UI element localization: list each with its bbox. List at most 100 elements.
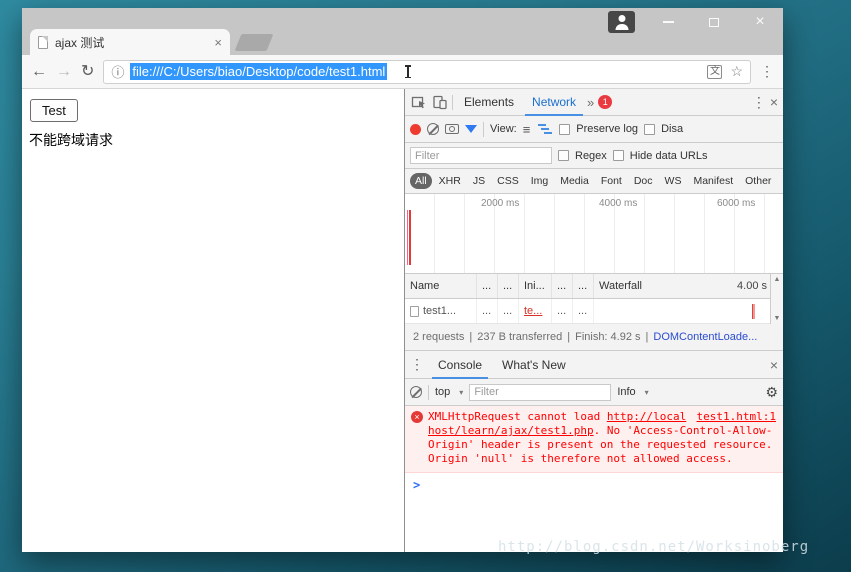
maximize-button[interactable] [691, 8, 737, 36]
table-scrollbar[interactable]: ▲ ▼ [770, 274, 783, 324]
web-page: Test 不能跨域请求 [22, 89, 405, 552]
desktop: ajax 测试 × × ← → ↻ ⓘ file:///C:/Users/bia… [0, 0, 851, 572]
new-tab-button[interactable] [235, 34, 274, 51]
initiator-link[interactable]: te... [524, 305, 542, 317]
error-count-badge[interactable]: 1 [598, 95, 612, 109]
tab-console[interactable]: Console [432, 351, 488, 379]
summary-dcl-link[interactable]: DOMContentLoade... [653, 331, 757, 343]
network-filter-input[interactable] [410, 147, 552, 164]
request-waterfall-cell[interactable] [594, 299, 783, 323]
bookmark-star-icon[interactable]: ☆ [730, 63, 743, 80]
scroll-down-icon[interactable]: ▼ [774, 315, 781, 322]
filter-chip-font[interactable]: Font [596, 173, 627, 189]
translate-icon[interactable]: 文 [707, 65, 722, 79]
request-initiator-cell[interactable]: te... [519, 299, 552, 323]
info-icon[interactable]: ⓘ [111, 62, 124, 81]
console-filter-input[interactable] [469, 384, 611, 401]
request-cell[interactable]: ... [573, 299, 594, 323]
filter-chip-ws[interactable]: WS [660, 173, 687, 189]
console-level-select[interactable]: Info [617, 386, 635, 398]
regex-checkbox[interactable] [558, 150, 569, 161]
record-icon[interactable] [410, 124, 421, 135]
regex-label: Regex [575, 150, 607, 162]
filter-chip-css[interactable]: CSS [492, 173, 524, 189]
tab-elements[interactable]: Elements [457, 89, 521, 116]
window-controls: × [645, 8, 783, 36]
minimize-button[interactable] [645, 8, 691, 36]
forward-button[interactable]: → [56, 64, 72, 80]
request-cell[interactable]: ... [498, 299, 519, 323]
disable-cache-checkbox[interactable] [644, 124, 655, 135]
network-toolbar: View: ≡ Preserve log Disa [405, 116, 783, 143]
devtools-close-icon[interactable]: × [770, 94, 778, 110]
network-overview-timeline[interactable]: 2000 ms 4000 ms 6000 ms [405, 194, 783, 274]
filter-chip-all[interactable]: All [410, 173, 432, 189]
console-toolbar: top ▾ Info ▾ ⚙ [405, 379, 783, 406]
filter-chip-js[interactable]: JS [468, 173, 490, 189]
preserve-log-checkbox[interactable] [559, 124, 570, 135]
list-view-icon[interactable]: ≡ [523, 122, 531, 137]
console-settings-icon[interactable]: ⚙ [765, 384, 778, 401]
titlebar[interactable]: ajax 测试 × × [22, 8, 783, 55]
drawer-menu-icon[interactable]: ⋮ [410, 356, 424, 373]
network-filter-row: Regex Hide data URLs [405, 143, 783, 169]
request-cell[interactable]: ... [477, 299, 498, 323]
error-source-link[interactable]: test1.html:1 [697, 410, 776, 424]
column-misc[interactable]: ... [552, 274, 573, 298]
filter-funnel-icon[interactable] [465, 125, 477, 133]
table-row[interactable]: test1... ... ... te... ... ... [405, 299, 783, 324]
filter-chip-xhr[interactable]: XHR [434, 173, 466, 189]
chevron-down-icon: ▾ [459, 388, 463, 397]
disable-cache-label: Disa [661, 123, 683, 135]
waterfall-label: Waterfall [599, 280, 642, 292]
file-icon [410, 306, 419, 317]
back-button[interactable]: ← [31, 64, 47, 80]
request-name: test1... [423, 305, 456, 317]
screenshot-icon[interactable] [445, 124, 459, 134]
column-initiator[interactable]: Ini... [519, 274, 552, 298]
hide-data-urls-checkbox[interactable] [613, 150, 624, 161]
console-input-row[interactable]: > [405, 473, 783, 497]
device-toolbar-icon[interactable] [431, 94, 448, 110]
inspect-element-icon[interactable] [410, 94, 427, 110]
test-button[interactable]: Test [30, 99, 78, 122]
column-misc[interactable]: ... [498, 274, 519, 298]
address-bar[interactable]: ⓘ file:///C:/Users/biao/Desktop/code/tes… [103, 60, 751, 84]
profile-avatar-button[interactable] [608, 11, 635, 33]
clear-console-icon[interactable] [410, 386, 422, 398]
filter-chip-manifest[interactable]: Manifest [688, 173, 738, 189]
timeline-tick-label: 4000 ms [599, 198, 637, 209]
column-name[interactable]: Name [405, 274, 477, 298]
column-waterfall[interactable]: Waterfall 4.00 s [594, 274, 783, 298]
tab-whats-new[interactable]: What's New [496, 351, 572, 379]
browser-menu-icon[interactable]: ⋮ [760, 63, 774, 80]
timeline-tick-label: 6000 ms [717, 198, 755, 209]
filter-chip-media[interactable]: Media [555, 173, 594, 189]
column-misc[interactable]: ... [573, 274, 594, 298]
drawer-close-icon[interactable]: × [770, 357, 778, 373]
tab-close-icon[interactable]: × [214, 36, 222, 49]
overview-view-icon[interactable] [536, 123, 553, 135]
close-icon: × [755, 14, 764, 30]
filter-chip-doc[interactable]: Doc [629, 173, 658, 189]
more-tabs-icon[interactable]: » [587, 95, 594, 110]
hide-data-urls-label: Hide data URLs [630, 150, 708, 162]
refresh-button[interactable]: ↻ [81, 64, 94, 80]
column-misc[interactable]: ... [477, 274, 498, 298]
console-context-select[interactable]: top [435, 386, 450, 398]
scroll-up-icon[interactable]: ▲ [774, 276, 781, 283]
close-button[interactable]: × [737, 8, 783, 36]
filter-chip-img[interactable]: Img [526, 173, 554, 189]
resource-type-filters: All XHR JS CSS Img Media Font Doc WS Man… [405, 169, 783, 194]
request-name-cell[interactable]: test1... [405, 299, 477, 323]
clear-icon[interactable] [427, 123, 439, 135]
filter-chip-other[interactable]: Other [740, 173, 776, 189]
request-cell[interactable]: ... [552, 299, 573, 323]
devtools-menu-icon[interactable]: ⋮ [752, 94, 766, 111]
load-event-line [409, 210, 411, 265]
request-waterfall-bar [752, 304, 755, 319]
url-text[interactable]: file:///C:/Users/biao/Desktop/code/test1… [130, 63, 387, 80]
summary-separator: | [646, 331, 649, 343]
tab-network[interactable]: Network [525, 89, 583, 116]
browser-tab[interactable]: ajax 测试 × [30, 29, 230, 55]
